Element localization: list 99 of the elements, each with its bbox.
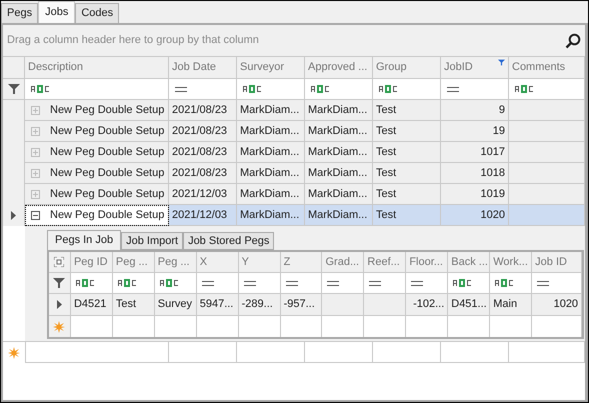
table-cell-text: New Peg Double Setup [50,186,166,202]
tab[interactable]: Codes [75,3,120,23]
table-cell: 2021/08/23 [169,163,237,184]
table-cell: Test [112,294,155,316]
column-chooser-icon[interactable] [54,257,64,267]
tab[interactable]: Jobs [38,1,76,23]
table-cell: Test [373,184,441,205]
new-row-cell[interactable] [280,316,322,337]
filter-cell[interactable] [532,273,582,294]
filter-cell[interactable] [154,273,197,294]
expand-icon[interactable] [31,126,40,136]
table-cell: MarkDiam... [237,100,305,121]
table-cell: 2021/08/23 [169,121,237,142]
new-row-cell[interactable] [169,342,237,363]
table-cell: 1020 [532,294,582,316]
table-cell: 1019 [441,184,509,205]
filter-cell[interactable] [322,273,364,294]
tab[interactable]: Job Import [121,232,184,250]
tab[interactable]: Pegs [1,3,38,23]
table-cell: 1017 [441,142,509,163]
table-cell-text: New Peg Double Setup [50,144,166,160]
current-row-indicator-icon [11,211,16,220]
filter-icon [8,83,20,95]
table-cell: MarkDiam... [305,142,373,163]
filter-cell[interactable] [280,273,322,294]
table-cell: MarkDiam... [305,121,373,142]
row-indicator[interactable] [49,294,71,316]
new-row-cell[interactable] [238,316,281,337]
table-cell: 2021/12/03 [169,205,237,226]
tab[interactable]: Pegs In Job [47,230,122,250]
table-cell: MarkDiam... [305,163,373,184]
table-cell-text: New Peg Double Setup [50,102,166,118]
table-cell-text: New Peg Double Setup [50,124,166,139]
table-cell: Survey [154,294,197,316]
table-cell: MarkDiam... [305,205,373,226]
current-row-indicator-icon [56,300,62,309]
filter-cell[interactable] [490,273,532,294]
table-cell: 19 [441,121,509,142]
table-cell: -102... [406,294,448,316]
new-row-cell[interactable] [441,342,509,363]
filter-cell[interactable] [238,273,281,294]
table-cell: Test [373,142,441,163]
table-cell: -289... [238,294,281,316]
table-cell: D4521 [70,294,113,316]
filter-cell[interactable] [237,79,305,100]
table-cell: Test [373,100,441,121]
table-cell: -957... [280,294,322,316]
filter-cell[interactable] [196,273,239,294]
table-cell-text: New Peg Double Setup [50,166,166,181]
new-row-cell[interactable] [25,342,169,363]
new-row-star-icon [8,346,20,358]
filter-cell[interactable] [373,79,441,100]
table-cell: MarkDiam... [237,205,305,226]
expand-icon[interactable] [31,168,40,178]
filter-cell[interactable] [305,79,373,100]
new-row-cell[interactable] [373,342,441,363]
filter-cell[interactable] [169,79,237,100]
table-cell: 9 [441,100,509,121]
filter-cell[interactable] [25,79,169,100]
table-cell: Test [373,121,441,142]
active-filter-icon [498,59,505,66]
new-row-cell[interactable] [305,342,373,363]
table-cell: D451... [448,294,490,316]
table-cell: MarkDiam... [305,100,373,121]
new-row-star-icon [53,320,66,332]
table-cell: Main [490,294,532,316]
table-cell: MarkDiam... [237,121,305,142]
search-icon[interactable] [565,32,581,48]
filter-icon [53,277,66,289]
collapse-icon[interactable] [31,210,40,220]
table-cell: Test [373,163,441,184]
row-indicator[interactable] [3,205,25,226]
filter-cell[interactable] [364,273,406,294]
table-cell: MarkDiam... [237,142,305,163]
table-cell: 2021/08/23 [169,100,237,121]
expand-icon[interactable] [31,190,40,198]
expand-icon[interactable] [31,106,40,114]
tab[interactable]: Job Stored Pegs [183,232,274,250]
filter-cell[interactable] [441,79,509,100]
filter-cell[interactable] [112,273,155,294]
table-cell: MarkDiam... [237,163,305,184]
filter-cell[interactable] [406,273,448,294]
new-row-cell[interactable] [196,316,239,337]
table-cell-text: New Peg Double Setup [50,208,166,223]
table-cell: 2021/12/03 [169,184,237,205]
table-cell: MarkDiam... [305,184,373,205]
new-row-cell[interactable] [509,342,585,363]
filter-cell[interactable] [448,273,490,294]
filter-cell[interactable] [509,79,585,100]
group-panel-hint: Drag a column header here to group by that column [7,33,259,48]
new-row-cell[interactable] [237,342,305,363]
table-cell: 1020 [441,205,509,226]
table-cell: 5947... [196,294,239,316]
table-cell: 2021/08/23 [169,142,237,163]
filter-cell[interactable] [70,273,113,294]
expand-icon[interactable] [31,148,40,156]
table-cell: 1018 [441,163,509,184]
table-cell: Test [373,205,441,226]
table-cell: MarkDiam... [237,184,305,205]
